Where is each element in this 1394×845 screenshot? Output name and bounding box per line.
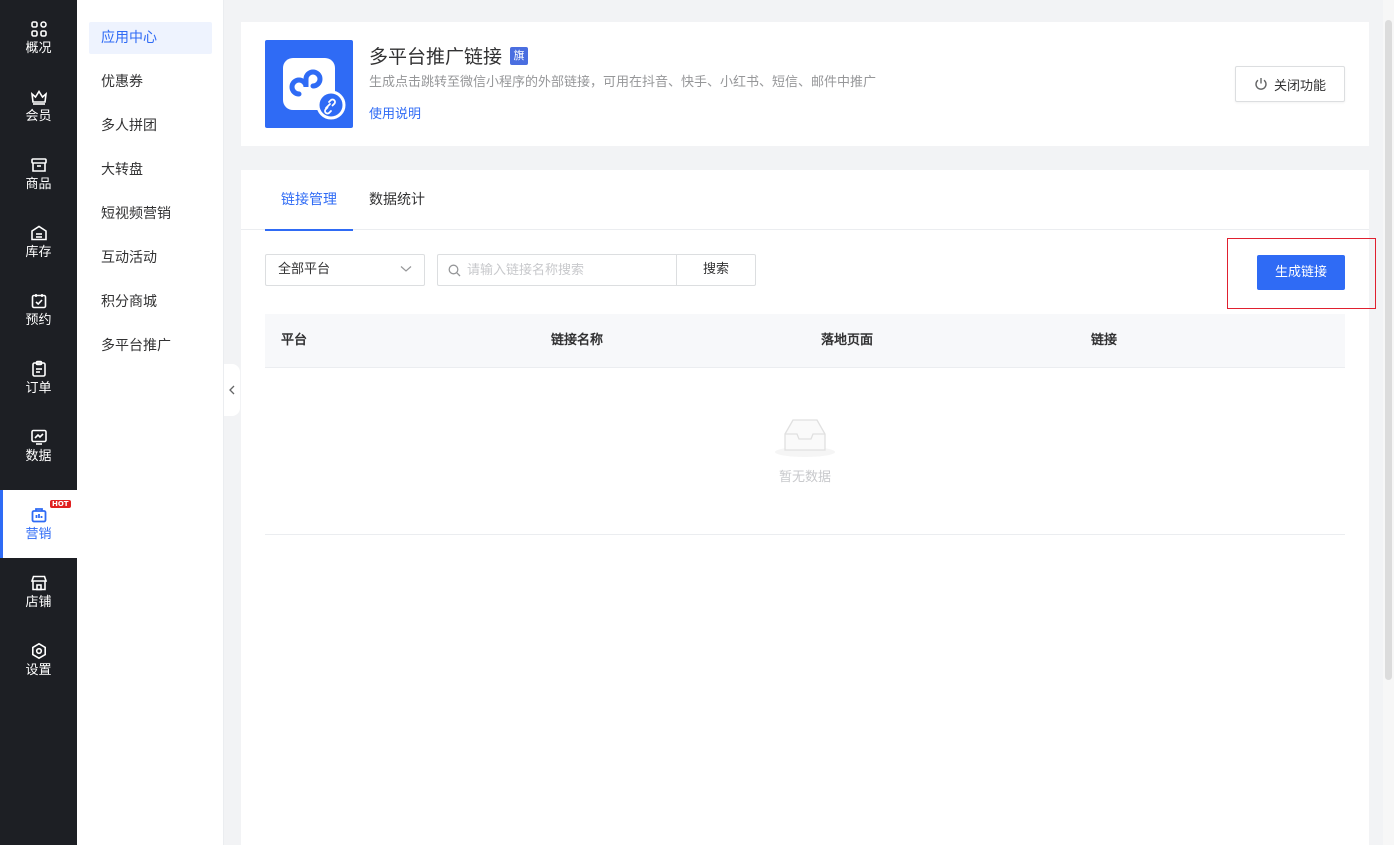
empty-box-icon [775, 419, 835, 457]
platform-select-value: 全部平台 [278, 262, 331, 277]
nav-item-label: 库存 [25, 244, 52, 260]
column-link: 链接 [1091, 333, 1118, 348]
nav-item-goods[interactable]: 商品 [0, 140, 77, 208]
search-icon [448, 264, 461, 276]
chevron-down-icon [400, 266, 412, 272]
shop-box-icon [30, 157, 47, 172]
grid-icon [30, 20, 47, 37]
search-button[interactable]: 搜索 [676, 254, 756, 286]
subnav-item-coupon[interactable]: 优惠券 [89, 66, 212, 98]
nav-item-orders[interactable]: 订单 [0, 344, 77, 412]
nav-item-store[interactable]: 店铺 [0, 558, 77, 626]
settings-icon [31, 642, 46, 659]
table-header: 平台 链接名称 落地页面 链接 [265, 314, 1345, 368]
warehouse-icon [30, 225, 47, 240]
column-platform: 平台 [281, 333, 308, 348]
nav-item-label: 会员 [25, 108, 52, 124]
subnav-item-short-video[interactable]: 短视频营销 [89, 198, 212, 230]
nav-item-label: 预约 [25, 312, 52, 328]
nav-item-label: 设置 [25, 662, 52, 678]
hot-badge: HOT [50, 500, 71, 508]
subnav-item-multi-platform[interactable]: 多平台推广 [89, 330, 212, 362]
chevron-left-icon [229, 385, 235, 395]
app-logo [265, 40, 353, 128]
nav-item-label: 店铺 [25, 594, 52, 610]
table-empty-state: 暂无数据 [265, 368, 1345, 535]
app-title: 多平台推广链接 旗 [369, 42, 529, 69]
nav-item-label: 订单 [25, 380, 52, 396]
tab-bar: 链接管理 数据统计 [241, 170, 1369, 231]
platform-select[interactable]: 全部平台 [265, 254, 425, 286]
search-box [437, 254, 677, 286]
column-link-name: 链接名称 [551, 333, 604, 348]
subnav-item-app-center[interactable]: 应用中心 [89, 22, 212, 54]
nav-item-settings[interactable]: 设置 [0, 626, 77, 694]
highlight-box [1227, 238, 1376, 309]
subnav-item-points-mall[interactable]: 积分商城 [89, 286, 212, 318]
nav-item-member[interactable]: 会员 [0, 72, 77, 140]
clipboard-icon [31, 360, 46, 377]
nav-item-label: 概况 [25, 40, 52, 56]
link-management-card: 链接管理 数据统计 全部平台 搜索 生成链接 平台 链接名称 落地页面 链接 暂… [241, 170, 1369, 845]
flagship-badge: 旗 [510, 46, 529, 65]
subnav-item-lucky-wheel[interactable]: 大转盘 [89, 154, 212, 186]
search-input[interactable] [467, 262, 667, 278]
nav-item-inventory[interactable]: 库存 [0, 208, 77, 276]
nav-item-overview[interactable]: 概况 [0, 4, 77, 72]
nav-item-booking[interactable]: 预约 [0, 276, 77, 344]
subnav-item-group-buy[interactable]: 多人拼团 [89, 110, 212, 142]
nav-item-data[interactable]: 数据 [0, 412, 77, 480]
app-header-card: 多平台推广链接 旗 生成点击跳转至微信小程序的外部链接，可用在抖音、快手、小红书… [241, 22, 1369, 146]
primary-nav: 概况 会员 商品 库存 预约 订单 数据 营销 HOT 店铺 设置 [0, 0, 77, 845]
marketing-icon [31, 507, 46, 522]
close-feature-label: 关闭功能 [1273, 78, 1326, 94]
nav-item-marketing[interactable]: 营销 HOT [0, 490, 77, 558]
app-description: 生成点击跳转至微信小程序的外部链接，可用在抖音、快手、小红书、短信、邮件中推广 [369, 75, 877, 90]
nav-item-label: 营销 [25, 526, 52, 542]
scrollbar-thumb[interactable] [1385, 20, 1392, 680]
nav-item-label: 商品 [25, 176, 52, 192]
close-feature-button[interactable]: 关闭功能 [1235, 66, 1345, 102]
nav-item-label: 数据 [25, 448, 52, 464]
tab-data-statistics[interactable]: 数据统计 [365, 170, 429, 230]
chart-icon [30, 429, 47, 445]
empty-text: 暂无数据 [778, 470, 831, 485]
crown-icon [30, 89, 47, 105]
subnav-item-interactive[interactable]: 互动活动 [89, 242, 212, 274]
mini-program-link-icon [283, 58, 346, 120]
help-link[interactable]: 使用说明 [369, 103, 421, 122]
column-landing-page: 落地页面 [821, 333, 874, 348]
secondary-nav: 应用中心 优惠券 多人拼团 大转盘 短视频营销 互动活动 积分商城 多平台推广 [77, 0, 224, 845]
tab-link-management[interactable]: 链接管理 [265, 170, 353, 231]
store-icon [30, 575, 47, 590]
calendar-check-icon [31, 293, 46, 308]
collapse-sidebar-button[interactable] [224, 364, 240, 416]
app-title-text: 多平台推广链接 [369, 46, 503, 68]
power-icon [1255, 78, 1267, 90]
